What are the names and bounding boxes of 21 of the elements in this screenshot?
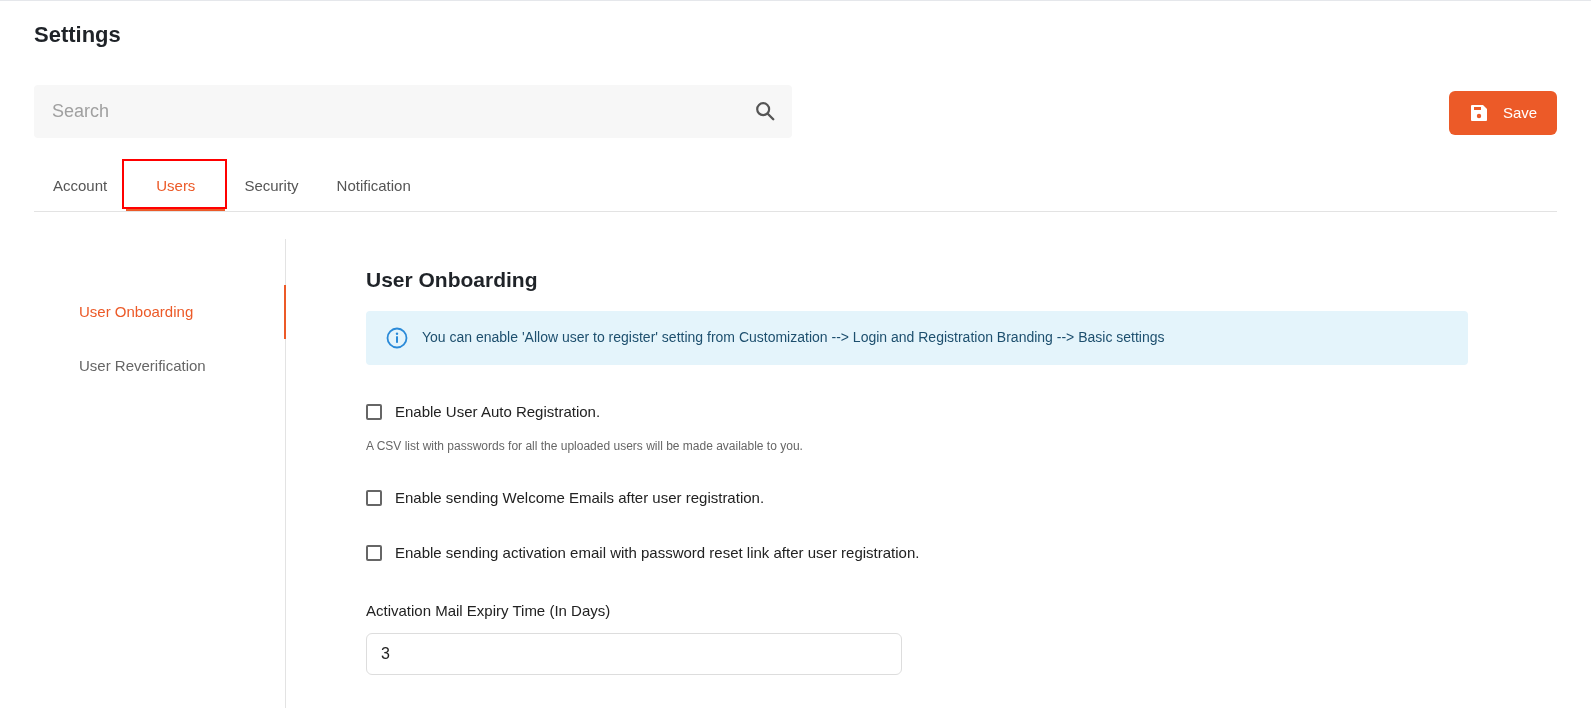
- checkbox[interactable]: [366, 403, 382, 420]
- option-label: Enable sending Welcome Emails after user registration.: [395, 488, 765, 508]
- tab[interactable]: Security: [225, 163, 318, 211]
- search-field[interactable]: Search: [34, 85, 792, 138]
- tab[interactable]: Users: [126, 163, 226, 211]
- search-icon[interactable]: [754, 100, 776, 122]
- section-heading: User Onboarding: [366, 267, 539, 293]
- info-text: You can enable 'Allow user to register' setting from Customization --> Login and Registration Branding --> Basic settings: [422, 328, 1165, 347]
- input-field[interactable]: 3: [366, 632, 902, 675]
- checkbox[interactable]: [366, 544, 382, 561]
- option-label: Enable User Auto Registration.: [395, 401, 601, 422]
- tab[interactable]: Account: [34, 163, 127, 211]
- sidebar-item[interactable]: User Onboarding: [34, 285, 286, 339]
- info-icon: [386, 326, 408, 349]
- sidebar-item[interactable]: User Reverification: [34, 339, 286, 393]
- page-title: Settings: [34, 21, 122, 49]
- tab[interactable]: Notification: [317, 163, 430, 211]
- option-label: Enable sending activation email with password reset link after user registration.: [395, 542, 920, 563]
- help-text: A CSV list with passwords for all the uploaded users will be made available to you.: [366, 438, 804, 455]
- field-label: Activation Mail Expiry Time (In Days): [366, 601, 612, 621]
- checkbox[interactable]: [366, 490, 382, 507]
